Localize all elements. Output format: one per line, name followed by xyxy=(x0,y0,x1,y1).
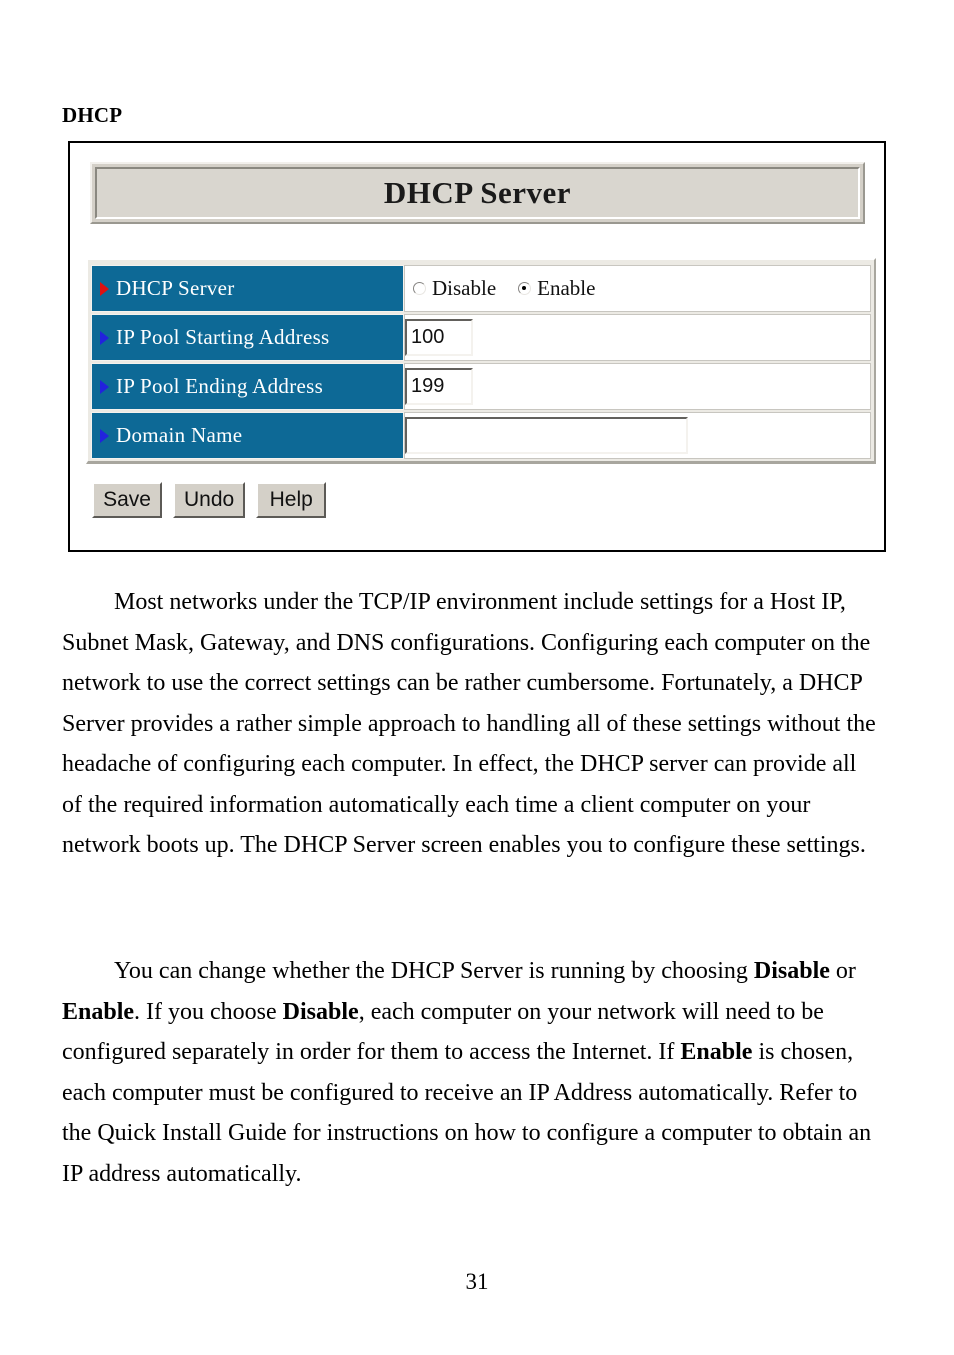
section-heading: DHCP xyxy=(62,103,123,127)
settings-panel: DHCP Server Disable Enable IP Pool Start… xyxy=(86,258,876,464)
table-row: IP Pool Ending Address 199 xyxy=(91,363,871,410)
radio-option-enable[interactable]: Enable xyxy=(518,276,595,301)
ip-pool-starting-address-input[interactable]: 100 xyxy=(405,319,473,356)
row-label-dhcp-server: DHCP Server xyxy=(91,265,404,312)
paragraph-2-text-part2: or xyxy=(829,958,856,984)
save-button[interactable]: Save xyxy=(92,482,162,518)
radio-disable-label: Disable xyxy=(432,276,497,300)
radio-option-disable[interactable]: Disable xyxy=(413,276,496,301)
radio-disable-icon[interactable] xyxy=(413,282,426,295)
undo-button[interactable]: Undo xyxy=(173,482,246,518)
help-button[interactable]: Help xyxy=(256,482,327,518)
paragraph-2-text-part3: . If you choose xyxy=(134,998,283,1025)
button-row: Save Undo Help xyxy=(92,482,327,518)
table-row: IP Pool Starting Address 100 xyxy=(91,314,871,361)
paragraph-2-bold-disable-2: Disable xyxy=(282,998,359,1025)
paragraph-1-text: Most networks under the TCP/IP environme… xyxy=(62,589,876,858)
body-paragraph-2: You can change whether the DHCP Server i… xyxy=(62,951,877,1194)
row-label-ip-pool-starting-address: IP Pool Starting Address xyxy=(91,314,404,361)
dhcp-server-radio-group[interactable]: Disable Enable xyxy=(405,276,870,301)
triangle-right-icon xyxy=(100,330,109,345)
row-value-ip-pool-ending-address: 199 xyxy=(404,363,871,410)
row-label-ip-pool-ending-address: IP Pool Ending Address xyxy=(91,363,404,410)
table-row: Domain Name xyxy=(91,412,871,459)
table-row: DHCP Server Disable Enable xyxy=(91,265,871,312)
domain-name-input[interactable] xyxy=(405,417,688,454)
radio-enable-icon[interactable] xyxy=(518,282,532,295)
row-label-text: IP Pool Starting Address xyxy=(116,325,330,349)
screen-title: DHCP Server xyxy=(383,175,572,210)
document-page: DHCP DHCP Server DHCP Server Disable Ena… xyxy=(0,0,954,1355)
paragraph-2-bold-disable-1: Disable xyxy=(753,958,830,984)
paragraph-2-text-part1: You can change whether the DHCP Server i… xyxy=(114,958,754,984)
paragraph-2-bold-enable-2: Enable xyxy=(680,1039,753,1065)
triangle-right-icon xyxy=(100,428,109,443)
triangle-right-icon xyxy=(100,379,109,394)
screen-title-plate: DHCP Server xyxy=(90,162,865,224)
row-value-dhcp-server: Disable Enable xyxy=(404,265,871,312)
radio-enable-label: Enable xyxy=(537,276,596,300)
triangle-right-icon xyxy=(100,281,109,296)
row-label-text: Domain Name xyxy=(116,423,243,447)
ip-pool-ending-address-input[interactable]: 199 xyxy=(405,368,473,405)
row-label-domain-name: Domain Name xyxy=(91,412,404,459)
dhcp-server-screenshot-figure: DHCP Server DHCP Server Disable Enable I… xyxy=(68,141,886,552)
body-paragraph-1: Most networks under the TCP/IP environme… xyxy=(62,582,877,866)
paragraph-2-bold-enable-1: Enable xyxy=(62,998,135,1025)
row-label-text: DHCP Server xyxy=(116,276,235,300)
row-label-text: IP Pool Ending Address xyxy=(116,374,324,398)
settings-table: DHCP Server Disable Enable IP Pool Start… xyxy=(91,263,871,461)
row-value-ip-pool-starting-address: 100 xyxy=(404,314,871,361)
screen-title-plate-inner: DHCP Server xyxy=(95,167,860,219)
row-value-domain-name xyxy=(404,412,871,459)
page-number: 31 xyxy=(465,1269,489,1294)
